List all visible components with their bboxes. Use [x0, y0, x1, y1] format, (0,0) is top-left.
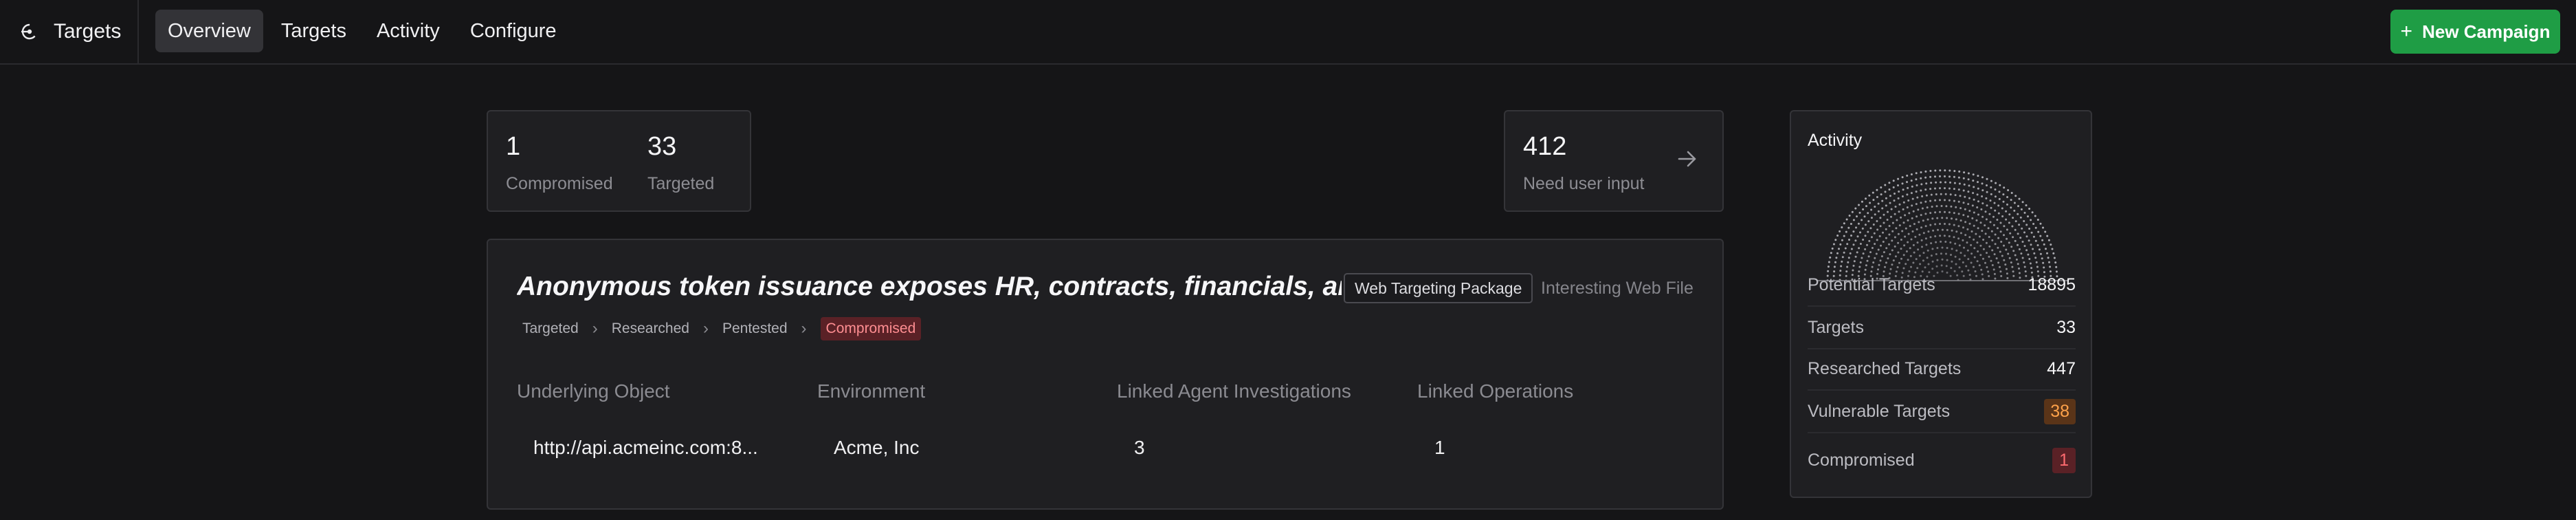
- stat-compromised: 1 Compromised: [506, 132, 613, 194]
- stat-targeted-value: 33: [647, 132, 677, 161]
- tab-configure[interactable]: Configure: [458, 10, 569, 52]
- underlying-object-link[interactable]: http://api.acmeinc.com:8...: [533, 437, 758, 459]
- new-campaign-label: New Campaign: [2422, 21, 2551, 42]
- finding-card[interactable]: Anonymous token issuance exposes HR, con…: [487, 239, 1724, 510]
- stat-need-input: 412 Need user input: [1523, 132, 1645, 194]
- metric-row-compromised: Compromised 1: [1808, 439, 2076, 481]
- brand[interactable]: Targets: [0, 0, 139, 63]
- metric-label: Potential Targets: [1808, 274, 1935, 294]
- top-bar: Targets Overview Targets Activity Config…: [0, 0, 2576, 65]
- metric-row-vulnerable-targets: Vulnerable Targets 38: [1808, 391, 2076, 433]
- metric-label: Compromised: [1808, 450, 1915, 470]
- metric-label: Vulnerable Targets: [1808, 401, 1951, 421]
- stage-compromised: Compromised: [820, 317, 922, 340]
- tab-activity[interactable]: Activity: [364, 10, 452, 52]
- metric-value: 18895: [2028, 274, 2076, 294]
- plus-icon: +: [2400, 20, 2413, 43]
- new-campaign-button[interactable]: + New Campaign: [2390, 10, 2560, 54]
- linked-agent-investigations-value[interactable]: 3: [1134, 437, 1145, 459]
- vulnerable-count-badge: 38: [2044, 398, 2076, 424]
- metric-row-researched-targets: Researched Targets 447: [1808, 348, 2076, 391]
- finding-title[interactable]: Anonymous token issuance exposes HR, con…: [517, 272, 1342, 302]
- app-title: Targets: [54, 20, 122, 43]
- metric-label: Targets: [1808, 317, 1864, 337]
- stage-researched: Researched: [611, 321, 689, 336]
- stage-targeted: Targeted: [522, 321, 579, 336]
- stat-need-input-label: Need user input: [1523, 174, 1645, 193]
- stat-compromised-label: Compromised: [506, 174, 613, 193]
- environment-value: Acme, Inc: [834, 437, 920, 458]
- chevron-right-icon: ›: [801, 319, 807, 338]
- column-header-environment: Environment: [817, 380, 926, 402]
- stat-need-input-value: 412: [1523, 132, 1567, 161]
- targets-logo-icon: [21, 23, 38, 40]
- activity-title: Activity: [1808, 131, 1863, 150]
- metric-value: 33: [2056, 317, 2076, 337]
- compromised-count-badge: 1: [2052, 447, 2076, 473]
- metric-label: Researched Targets: [1808, 358, 1962, 378]
- main-nav: Overview Targets Activity Configure: [155, 10, 569, 52]
- stage-pipeline: Targeted › Researched › Pentested › Comp…: [522, 317, 922, 340]
- activity-card: Activity Potential Targets 18895 Targets…: [1790, 110, 2092, 498]
- stat-targeted: 33 Targeted: [647, 132, 714, 194]
- linked-operations-value[interactable]: 1: [1434, 437, 1445, 459]
- metric-row-potential-targets: Potential Targets 18895: [1808, 264, 2076, 307]
- tab-targets[interactable]: Targets: [269, 10, 359, 52]
- interesting-web-file-tag: Interesting Web File: [1541, 279, 1694, 298]
- chevron-right-icon: ›: [592, 319, 598, 338]
- metric-row-targets: Targets 33: [1808, 307, 2076, 349]
- chevron-right-icon: ›: [702, 319, 709, 338]
- stat-compromised-value: 1: [506, 132, 521, 161]
- column-header-linked-agent-investigations: Linked Agent Investigations: [1117, 380, 1351, 402]
- metric-value: 447: [2047, 358, 2076, 378]
- arrow-right-icon[interactable]: [1676, 147, 1699, 171]
- stat-targeted-label: Targeted: [647, 174, 715, 193]
- tab-overview[interactable]: Overview: [155, 10, 263, 52]
- column-header-linked-operations: Linked Operations: [1417, 380, 1574, 402]
- column-header-underlying-object: Underlying Object: [517, 380, 670, 402]
- summary-stats-card: 1 Compromised 33 Targeted: [487, 110, 751, 212]
- stage-pentested: Pentested: [722, 321, 788, 336]
- web-targeting-package-tag: Web Targeting Package: [1344, 273, 1533, 303]
